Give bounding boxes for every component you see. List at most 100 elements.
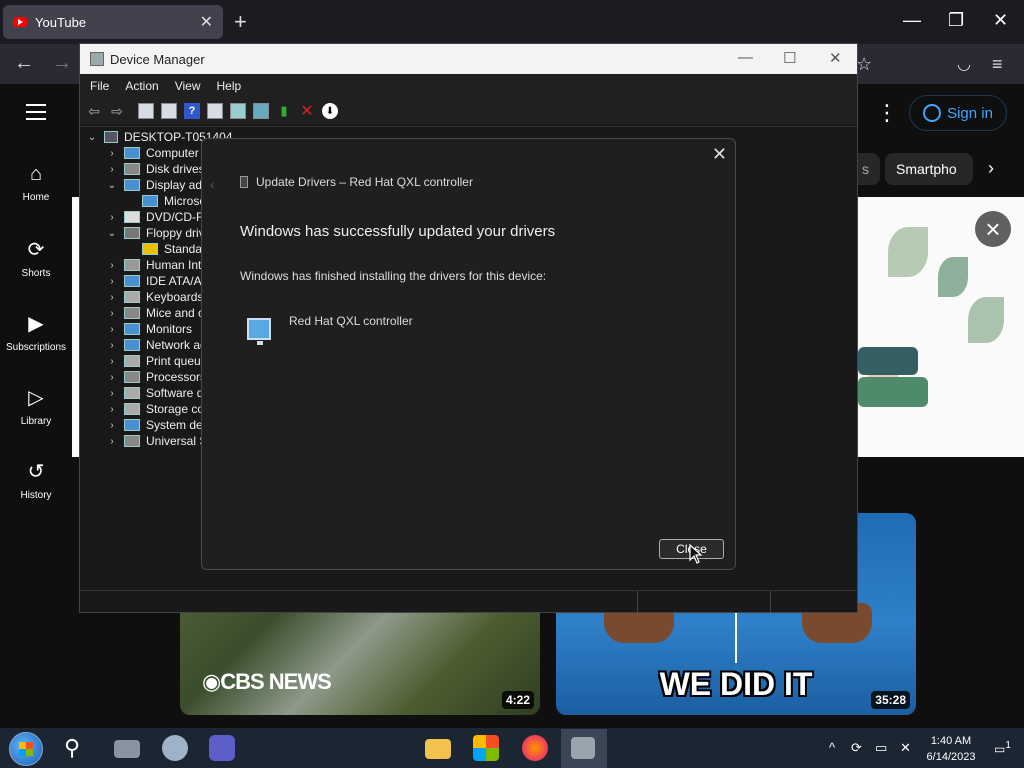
show-hide-tree-icon[interactable] [138, 103, 154, 119]
toolbar: ⇦ ⇨ ? ▮ ✕ ⬇ [80, 98, 857, 124]
dialog-close-icon[interactable]: ✕ [712, 144, 727, 165]
menu-file[interactable]: File [90, 79, 109, 93]
chevron-down-icon[interactable]: ⌄ [106, 228, 118, 239]
close-button[interactable]: ✕ [829, 49, 842, 67]
tab-close-icon[interactable]: ✕ [200, 12, 213, 32]
uninstall-device-icon[interactable]: ✕ [299, 103, 315, 120]
tree-item[interactable]: › Universal Se [106, 433, 214, 449]
chevron-right-icon[interactable]: › [106, 164, 118, 175]
chat-icon[interactable] [209, 735, 235, 761]
chevron-right-icon[interactable]: › [106, 356, 118, 367]
tree-item-label: Keyboards [146, 290, 204, 304]
chevron-right-icon[interactable]: › [106, 324, 118, 335]
chevron-down-icon[interactable]: ⌄ [106, 180, 118, 191]
chevron-right-icon[interactable]: › [106, 276, 118, 287]
chevron-right-icon[interactable]: › [106, 292, 118, 303]
back-button[interactable]: ← [14, 52, 34, 75]
dialog-header: Update Drivers – Red Hat QXL controller [240, 175, 473, 189]
search-icon[interactable]: ⚲ [64, 735, 80, 761]
microsoft-store-icon[interactable] [473, 735, 499, 761]
tree-item[interactable]: › Monitors [106, 321, 192, 337]
volume-muted-icon[interactable]: ✕ [900, 740, 911, 756]
tree-item[interactable]: › Network ad [106, 337, 206, 353]
sidebar-item-home[interactable]: ⌂ Home [0, 163, 72, 203]
firefox-icon[interactable] [522, 735, 548, 761]
tab-youtube[interactable]: YouTube ✕ [3, 5, 223, 39]
sidebar-item-library[interactable]: ▷ Library [0, 385, 72, 427]
chevron-right-icon[interactable]: › [106, 308, 118, 319]
file-explorer-icon[interactable] [425, 739, 451, 759]
minimize-button[interactable]: — [738, 49, 753, 66]
tree-item[interactable]: › Keyboards [106, 289, 203, 305]
tree-item[interactable]: › IDE ATA/ATA [106, 273, 215, 289]
sidebar-item-history[interactable]: ↺ History [0, 459, 72, 501]
forward-arrow-icon[interactable]: ⇨ [109, 103, 125, 119]
home-icon: ⌂ [29, 163, 43, 185]
guide-menu-icon[interactable] [26, 104, 46, 125]
task-view-icon[interactable] [114, 740, 140, 758]
update-driver-icon[interactable] [230, 103, 246, 119]
tree-item[interactable]: Standar [124, 241, 206, 257]
app-menu-icon[interactable]: ≡ [992, 54, 1003, 75]
browser-minimize-button[interactable]: — [903, 10, 921, 31]
tree-item[interactable]: › Storage cor [106, 401, 208, 417]
tree-item[interactable]: › Mice and ot [106, 305, 208, 321]
chevron-right-icon[interactable]: › [106, 388, 118, 399]
start-button[interactable] [9, 732, 43, 766]
tree-item[interactable]: › Software de [106, 385, 210, 401]
tree-item[interactable]: › Human Inte [106, 257, 208, 273]
pocket-icon[interactable]: ◡ [957, 54, 971, 74]
menu-action[interactable]: Action [125, 79, 158, 93]
forward-button[interactable]: → [52, 52, 72, 75]
sync-icon[interactable]: ⟳ [851, 740, 862, 756]
menu-view[interactable]: View [175, 79, 201, 93]
chevron-right-icon[interactable]: › [106, 148, 118, 159]
disable-device-icon[interactable]: ⬇ [322, 103, 338, 119]
sidebar-item-subscriptions[interactable]: ▶ Subscriptions [0, 311, 72, 353]
browser-restore-button[interactable]: ❐ [948, 10, 964, 31]
window-titlebar[interactable]: Device Manager — ☐ ✕ [80, 44, 857, 74]
scan-hardware-icon[interactable] [253, 103, 269, 119]
tree-item[interactable]: ⌄ Floppy driv [106, 225, 205, 241]
chevron-right-icon[interactable]: › [106, 340, 118, 351]
properties-icon[interactable] [161, 103, 177, 119]
updated-device-name: Red Hat QXL controller [289, 314, 413, 328]
bookmark-star-icon[interactable]: ☆ [856, 54, 872, 75]
chevron-down-icon[interactable]: ⌄ [86, 132, 98, 143]
tree-item[interactable]: › Print queue [106, 353, 207, 369]
tree-item[interactable]: › Disk drives [106, 161, 204, 177]
tree-item[interactable]: Microso [124, 193, 206, 209]
notifications-icon[interactable]: ▭1 [994, 740, 1011, 756]
action-pane-icon[interactable] [207, 103, 223, 119]
banner-close-button[interactable]: × [975, 211, 1011, 247]
widgets-icon[interactable] [162, 735, 188, 761]
new-tab-button[interactable]: + [234, 9, 247, 35]
chevron-right-icon[interactable]: › [106, 372, 118, 383]
chevron-right-icon[interactable]: › [106, 212, 118, 223]
tree-item[interactable]: › Processors [106, 369, 206, 385]
back-arrow-icon[interactable]: ⇦ [86, 103, 102, 119]
sidebar-item-shorts[interactable]: ⟳ Shorts [0, 237, 72, 279]
taskbar-clock[interactable]: 1:40 AM 6/14/2023 [925, 733, 977, 765]
chevron-right-icon[interactable]: › [106, 420, 118, 431]
chip-item[interactable]: Smartpho [885, 153, 973, 185]
sign-in-button[interactable]: Sign in [909, 95, 1007, 131]
help-icon[interactable]: ? [184, 103, 200, 119]
dialog-heading: Windows has successfully updated your dr… [240, 223, 556, 240]
chevron-right-icon[interactable]: › [106, 404, 118, 415]
tree-item[interactable]: › System dev [106, 417, 208, 433]
maximize-button[interactable]: ☐ [783, 49, 796, 67]
add-legacy-hardware-icon[interactable]: ▮ [276, 103, 292, 119]
tree-item[interactable]: › Computer [106, 145, 198, 161]
chevron-right-icon[interactable]: › [106, 436, 118, 447]
network-icon[interactable]: ▭ [875, 740, 887, 756]
more-options-icon[interactable]: ⋮ [876, 100, 898, 126]
tree-item[interactable]: ⌄ Display ada [106, 177, 209, 193]
browser-close-button[interactable]: ✕ [993, 10, 1008, 31]
tree-item[interactable]: › DVD/CD-RO [106, 209, 214, 225]
chip-next-icon[interactable]: › [988, 158, 994, 179]
tray-chevron-up-icon[interactable]: ^ [829, 740, 835, 755]
chevron-right-icon[interactable]: › [106, 260, 118, 271]
device-manager-taskbar-icon[interactable] [571, 737, 595, 759]
menu-help[interactable]: Help [217, 79, 242, 93]
